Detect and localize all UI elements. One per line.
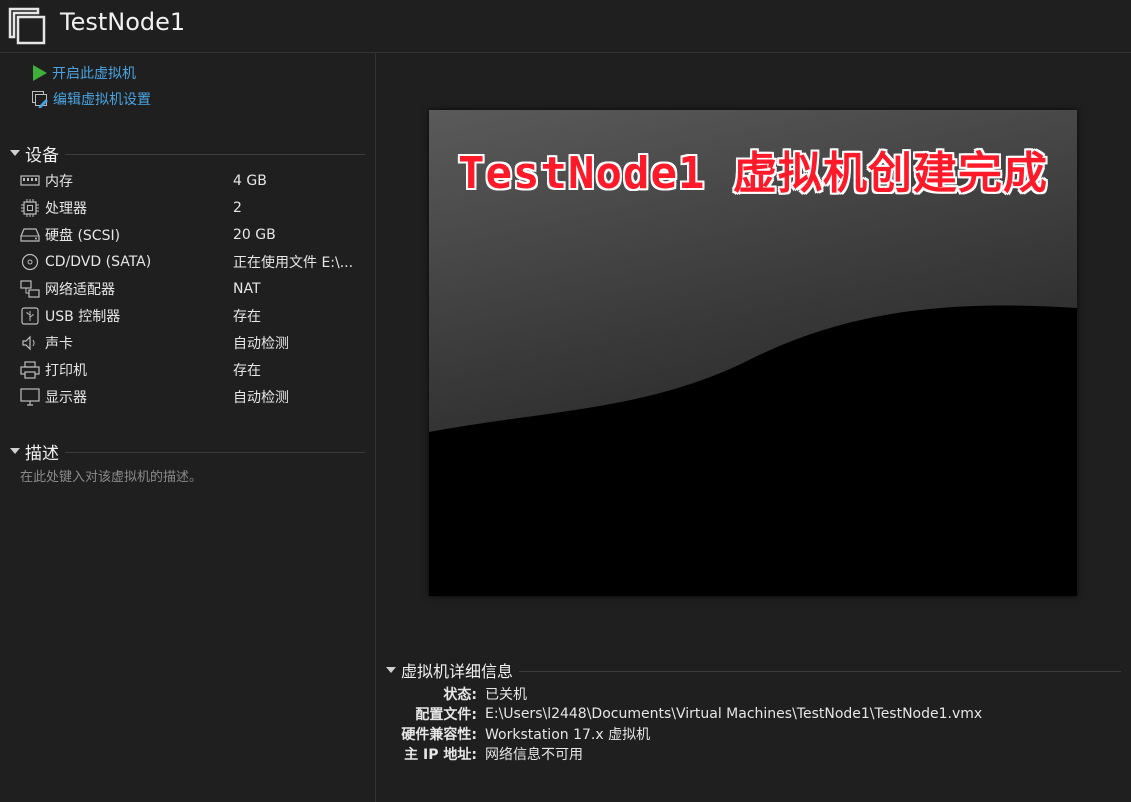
right-panel: TestNode1 虚拟机创建完成 虚拟机详细信息 状态: 已关机 配置文件: … — [376, 53, 1131, 802]
vm-details-header[interactable]: 虚拟机详细信息 — [386, 659, 1121, 681]
detail-key: 配置文件: — [415, 707, 477, 723]
device-name: 内存 — [45, 173, 73, 190]
devices-section-header[interactable]: 设备 — [10, 142, 365, 166]
collapse-arrow-icon — [386, 667, 396, 673]
device-row-sound[interactable]: 声卡 自动检测 — [20, 329, 365, 356]
device-name: 打印机 — [45, 362, 87, 379]
power-on-label: 开启此虚拟机 — [52, 66, 136, 82]
device-row-usb[interactable]: USB 控制器 存在 — [20, 302, 365, 329]
cpu-icon — [21, 198, 39, 217]
device-value: 自动检测 — [233, 389, 289, 406]
device-value: 20 GB — [233, 226, 276, 243]
detail-value: 已关机 — [485, 687, 527, 703]
device-value: NAT — [233, 280, 261, 297]
monitor-icon — [20, 387, 40, 406]
device-name: 显示器 — [45, 389, 87, 406]
collapse-arrow-icon — [10, 150, 20, 156]
speaker-icon — [22, 335, 35, 350]
device-value: 正在使用文件 E:\... — [233, 254, 354, 271]
detail-value: 网络信息不可用 — [485, 747, 583, 763]
device-name: 网络适配器 — [45, 281, 115, 298]
detail-value: Workstation 17.x 虚拟机 — [485, 727, 651, 743]
edit-settings-button[interactable]: 编辑虚拟机设置 — [32, 89, 151, 109]
cd-dvd-icon — [21, 253, 39, 270]
vm-preview-thumbnail[interactable]: TestNode1 虚拟机创建完成 — [429, 110, 1077, 596]
device-row-processor[interactable]: 处理器 2 — [20, 194, 365, 221]
device-name: 声卡 — [45, 335, 73, 352]
hard-disk-icon — [20, 227, 40, 242]
detail-row-status: 状态: 已关机 — [376, 684, 1131, 704]
device-value: 自动检测 — [233, 335, 289, 352]
detail-value: E:\Users\l2448\Documents\Virtual Machine… — [485, 706, 983, 722]
device-value: 4 GB — [233, 172, 267, 189]
usb-icon — [21, 306, 39, 325]
detail-row-hardware-compat: 硬件兼容性: Workstation 17.x 虚拟机 — [376, 724, 1131, 744]
description-section-header[interactable]: 描述 — [10, 440, 365, 464]
device-row-network[interactable]: 网络适配器 NAT — [20, 275, 365, 302]
device-value: 存在 — [233, 308, 261, 325]
collapse-arrow-icon — [10, 448, 20, 454]
devices-heading: 设备 — [25, 145, 59, 166]
power-on-button[interactable]: 开启此虚拟机 — [32, 63, 136, 83]
device-row-hard-disk[interactable]: 硬盘 (SCSI) 20 GB — [20, 221, 365, 248]
device-row-memory[interactable]: 内存 4 GB — [20, 167, 365, 194]
vm-window-icon — [8, 7, 46, 45]
device-name: USB 控制器 — [45, 308, 121, 325]
description-input[interactable]: 在此处键入对该虚拟机的描述。 — [20, 466, 202, 485]
network-icon — [20, 279, 40, 298]
edit-settings-label: 编辑虚拟机设置 — [53, 92, 151, 108]
detail-key: 状态: — [443, 687, 477, 703]
device-value: 存在 — [233, 362, 261, 379]
play-icon — [33, 65, 47, 81]
memory-icon — [20, 174, 40, 186]
left-panel: 开启此虚拟机 编辑虚拟机设置 设备 内存 4 GB 处理器 2 硬盘 (SCSI… — [0, 53, 376, 802]
description-heading: 描述 — [25, 443, 59, 464]
detail-row-config-file: 配置文件: E:\Users\l2448\Documents\Virtual M… — [376, 704, 1131, 724]
edit-settings-icon — [32, 90, 48, 108]
device-row-display[interactable]: 显示器 自动检测 — [20, 383, 365, 410]
preview-caption: TestNode1 虚拟机创建完成 — [458, 148, 1048, 199]
vm-details-heading: 虚拟机详细信息 — [401, 662, 514, 681]
detail-key: 主 IP 地址: — [404, 747, 477, 763]
device-row-cd-dvd[interactable]: CD/DVD (SATA) 正在使用文件 E:\... — [20, 248, 365, 275]
device-value: 2 — [233, 199, 242, 216]
device-name: CD/DVD (SATA) — [45, 253, 152, 270]
printer-icon — [20, 360, 40, 379]
device-name: 处理器 — [45, 200, 87, 217]
detail-key: 硬件兼容性: — [401, 727, 477, 743]
detail-row-ip-address: 主 IP 地址: 网络信息不可用 — [376, 744, 1131, 764]
device-row-printer[interactable]: 打印机 存在 — [20, 356, 365, 383]
title-bar: TestNode1 — [0, 0, 1131, 53]
device-name: 硬盘 (SCSI) — [45, 227, 121, 244]
window-title: TestNode1 — [60, 8, 186, 36]
